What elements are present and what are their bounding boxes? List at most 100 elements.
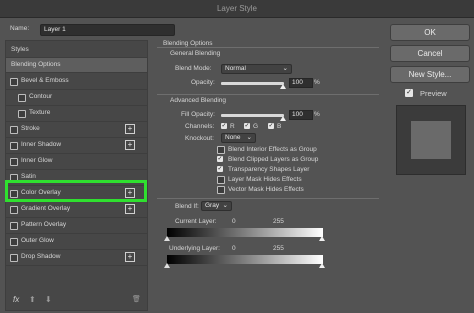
style-item-label: Contour — [29, 93, 53, 100]
opacity-percent: % — [314, 79, 320, 86]
knockout-select[interactable]: None ⌄ — [221, 133, 256, 143]
contour-checkbox[interactable] — [18, 94, 26, 102]
knockout-label: Knockout: — [185, 135, 214, 142]
style-item-label: Inner Shadow — [21, 141, 62, 148]
cancel-button[interactable]: Cancel — [390, 45, 470, 62]
style-item-label: Drop Shadow — [21, 253, 61, 260]
opacity-label: Opacity: — [191, 79, 215, 86]
current-layer-gradient[interactable] — [167, 228, 323, 237]
inner-glow-checkbox[interactable] — [10, 158, 18, 166]
vector-mask-checkbox[interactable] — [217, 186, 225, 194]
current-layer-black-thumb[interactable] — [164, 236, 170, 241]
add-stroke-icon[interactable]: + — [125, 124, 135, 134]
style-item-inner-glow[interactable]: Inner Glow — [6, 155, 147, 167]
channel-r-label: R — [230, 123, 235, 130]
window-title: Layer Style — [216, 4, 258, 13]
blend-if-label: Blend If: — [175, 203, 199, 210]
move-up-icon[interactable]: ⬆ — [29, 295, 36, 304]
move-down-icon[interactable]: ⬇ — [45, 295, 52, 304]
blend-if-value: Gray — [205, 202, 220, 209]
gradient-overlay-checkbox[interactable] — [10, 206, 18, 214]
style-item-bevel-emboss[interactable]: Bevel & Emboss — [6, 75, 147, 87]
title-bar: Layer Style — [0, 0, 474, 18]
style-item-contour[interactable]: Contour — [6, 91, 147, 103]
preview-label: Preview — [420, 89, 447, 98]
blend-interior-checkbox[interactable] — [217, 146, 225, 154]
style-item-label: Outer Glow — [21, 237, 54, 244]
style-item-outer-glow[interactable]: Outer Glow — [6, 235, 147, 247]
channel-g-checkbox[interactable]: ✓ — [244, 123, 250, 129]
style-item-label: Bevel & Emboss — [21, 77, 69, 84]
fill-opacity-label: Fill Opacity: — [181, 111, 215, 118]
outer-glow-checkbox[interactable] — [10, 238, 18, 246]
style-item-gradient-overlay[interactable]: Gradient Overlay + — [6, 203, 147, 215]
style-item-inner-shadow[interactable]: Inner Shadow + — [6, 139, 147, 151]
pattern-overlay-checkbox[interactable] — [10, 222, 18, 230]
knockout-value: None — [225, 134, 241, 141]
style-preview-thumbnail — [396, 105, 466, 175]
underlying-layer-black-thumb[interactable] — [164, 263, 170, 268]
channel-b-checkbox[interactable]: ✓ — [268, 123, 274, 129]
styles-header-label: Styles — [11, 46, 29, 53]
style-item-texture[interactable]: Texture — [6, 107, 147, 119]
styles-panel: Styles Blending Options Bevel & Emboss C… — [5, 40, 148, 311]
stroke-checkbox[interactable] — [10, 126, 18, 134]
blend-if-select[interactable]: Gray ⌄ — [201, 201, 232, 211]
preview-swatch — [411, 121, 451, 159]
add-drop-shadow-icon[interactable]: + — [125, 252, 135, 262]
style-item-label: Blending Options — [11, 61, 61, 68]
underlying-layer-max: 255 — [273, 245, 284, 252]
current-layer-white-thumb[interactable] — [319, 236, 325, 241]
new-style-button[interactable]: New Style... — [390, 66, 470, 83]
fill-opacity-input[interactable]: 100 — [289, 110, 313, 120]
name-label: Name: — [10, 25, 30, 32]
fill-opacity-slider-thumb[interactable] — [280, 116, 286, 121]
style-item-label: Texture — [29, 109, 51, 116]
blend-interior-label: Blend Interior Effects as Group — [228, 146, 317, 153]
transparency-shapes-checkbox[interactable]: ✓ — [217, 166, 223, 172]
style-item-label: Satin — [21, 173, 36, 180]
trash-icon[interactable]: 🗑 — [132, 295, 141, 303]
fill-opacity-slider[interactable] — [221, 114, 284, 117]
bevel-emboss-checkbox[interactable] — [10, 78, 18, 86]
chevron-down-icon: ⌄ — [222, 202, 228, 209]
layer-mask-checkbox[interactable] — [217, 176, 225, 184]
layer-mask-label: Layer Mask Hides Effects — [228, 176, 302, 183]
blend-clipped-label: Blend Clipped Layers as Group — [228, 156, 319, 163]
style-item-label: Inner Glow — [21, 157, 53, 164]
blend-mode-select[interactable]: Normal ⌄ — [221, 64, 292, 74]
style-item-blending-options[interactable]: Blending Options — [6, 58, 147, 72]
current-layer-max: 255 — [273, 218, 284, 225]
blend-mode-label: Blend Mode: — [175, 65, 212, 72]
preview-checkbox[interactable]: ✓ — [405, 89, 413, 97]
add-inner-shadow-icon[interactable]: + — [125, 140, 135, 150]
style-item-drop-shadow[interactable]: Drop Shadow + — [6, 251, 147, 263]
blend-clipped-checkbox[interactable]: ✓ — [217, 156, 223, 162]
styles-bottom-bar: fx ⬆ ⬇ 🗑 — [5, 293, 146, 308]
opacity-slider[interactable] — [221, 82, 284, 85]
general-blending-title: General Blending — [170, 50, 221, 57]
style-item-label: Stroke — [21, 125, 40, 132]
underlying-layer-gradient[interactable] — [167, 255, 323, 264]
underlying-layer-label: Underlying Layer: — [169, 245, 220, 252]
ok-button[interactable]: OK — [390, 24, 470, 41]
underlying-layer-white-thumb[interactable] — [319, 263, 325, 268]
layer-name-input[interactable]: Layer 1 — [40, 24, 175, 36]
texture-checkbox[interactable] — [18, 110, 26, 118]
channel-g-label: G — [253, 123, 259, 130]
advanced-divider — [157, 94, 379, 95]
channel-r-checkbox[interactable]: ✓ — [221, 123, 227, 129]
inner-shadow-checkbox[interactable] — [10, 142, 18, 150]
opacity-slider-thumb[interactable] — [280, 84, 286, 89]
vector-mask-label: Vector Mask Hides Effects — [228, 186, 304, 193]
blending-options-title: Blending Options — [163, 40, 213, 47]
fx-icon[interactable]: fx — [13, 295, 19, 304]
style-item-label: Gradient Overlay — [21, 205, 71, 212]
blending-options-panel: Blending Options General Blending Blend … — [155, 40, 381, 309]
style-item-stroke[interactable]: Stroke + — [6, 123, 147, 135]
styles-header: Styles — [6, 44, 147, 56]
style-item-pattern-overlay[interactable]: Pattern Overlay — [6, 219, 147, 231]
opacity-input[interactable]: 100 — [289, 78, 313, 88]
drop-shadow-checkbox[interactable] — [10, 254, 18, 262]
add-gradient-overlay-icon[interactable]: + — [125, 204, 135, 214]
